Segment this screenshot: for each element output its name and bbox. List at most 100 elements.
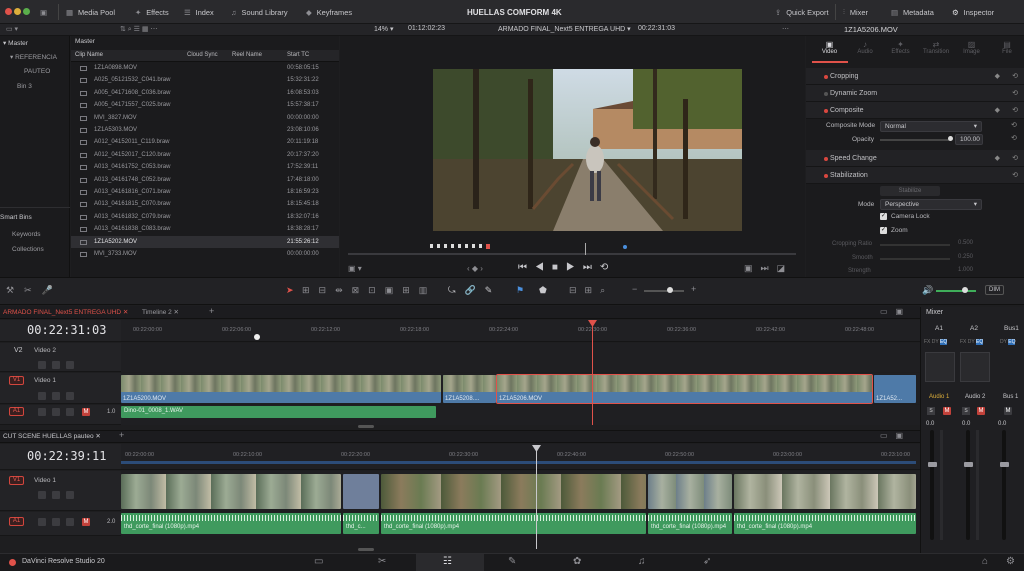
viewer-mode-icon[interactable]: ▣ ▾ bbox=[348, 264, 362, 273]
lock-icon[interactable] bbox=[38, 491, 46, 499]
media-page-icon[interactable]: ▭ bbox=[314, 556, 323, 567]
home-icon[interactable]: ⌂ bbox=[982, 556, 988, 567]
mute-button[interactable]: M bbox=[943, 407, 951, 415]
composite-section[interactable]: Composite ◆ ⟲ bbox=[806, 102, 1024, 119]
tab-audio[interactable]: ♪ Audio bbox=[849, 40, 882, 55]
opacity-slider-knob[interactable] bbox=[948, 136, 953, 141]
tab-armado-final[interactable]: ARMADO FINAL_Next5 ENTREGA UHD ✕ bbox=[3, 308, 128, 316]
track-visibility-icon[interactable] bbox=[66, 361, 74, 369]
fader-knob-a1[interactable] bbox=[928, 462, 937, 467]
track-v1-badge[interactable]: V1 bbox=[9, 476, 24, 485]
media-pool-row[interactable]: A013_04161748_C052.braw 17:48:18:00 bbox=[71, 174, 339, 187]
monitor-volume-slider[interactable] bbox=[936, 290, 976, 292]
sort-icon[interactable]: ⇅ ⌕ ☰ ▦ ⋯ bbox=[120, 25, 157, 34]
tab-timeline-2[interactable]: Timeline 2 ✕ bbox=[142, 308, 179, 316]
fairlight-page-icon[interactable]: ♫ bbox=[638, 556, 646, 567]
reset-icon[interactable]: ⟲ bbox=[1012, 167, 1018, 184]
index-button[interactable]: ☰ Index bbox=[184, 0, 214, 24]
settings-icon[interactable]: ⚙ bbox=[1006, 556, 1015, 567]
metadata-button[interactable]: ▤ Metadata bbox=[891, 0, 934, 24]
quick-export-button[interactable]: ⇪ Quick Export bbox=[775, 0, 829, 24]
timeline-selector[interactable]: ARMADO FINAL_Next5 ENTREGA UHD ▾ bbox=[498, 25, 631, 33]
track-a1-badge[interactable]: A1 bbox=[9, 407, 24, 416]
video-clip[interactable]: 1Z1A52... bbox=[874, 375, 916, 403]
timeline1-playhead[interactable] bbox=[592, 321, 593, 425]
media-pool-row[interactable]: A012_04152011_C119.braw 20:11:19:18 bbox=[71, 136, 339, 149]
lock-icon[interactable] bbox=[38, 408, 46, 416]
lock-icon[interactable] bbox=[38, 361, 46, 369]
auto-select-icon[interactable] bbox=[52, 361, 60, 369]
dynamic-zoom-section[interactable]: Dynamic Zoom ⟲ bbox=[806, 85, 1024, 102]
mute-button[interactable]: M bbox=[1004, 407, 1012, 415]
dy-eq-bus1[interactable]: DY EQ bbox=[1000, 339, 1016, 345]
reset-icon[interactable]: ⟲ bbox=[1012, 150, 1018, 167]
color-page-icon[interactable]: ✿ bbox=[573, 556, 581, 567]
fx-dyn-eq-a1[interactable]: FX DY EQ bbox=[924, 339, 948, 345]
track-v2-lane[interactable] bbox=[121, 343, 920, 372]
fader-bus1[interactable] bbox=[1002, 430, 1006, 540]
fusion-page-icon[interactable]: ✎ bbox=[508, 556, 516, 567]
viewer-options-icon[interactable]: ⋯ bbox=[782, 25, 789, 33]
viewer-scrubber[interactable] bbox=[348, 253, 796, 255]
cut-page-icon[interactable]: ✂ bbox=[378, 556, 386, 567]
timeline-marker[interactable] bbox=[254, 334, 260, 340]
bin-list-toggle-icon[interactable]: ▭ ▾ bbox=[6, 25, 18, 33]
timeline-zoom-knob[interactable] bbox=[667, 287, 673, 293]
opacity-slider[interactable] bbox=[880, 139, 950, 141]
stabilization-section[interactable]: Stabilization ⟲ bbox=[806, 167, 1024, 184]
video-clip[interactable]: 1Z1A5208.... bbox=[443, 375, 496, 403]
media-pool-row[interactable]: 1Z1A0898.MOV 00:58:05:15 bbox=[71, 62, 339, 75]
viewer-right-controls[interactable]: ▣⏭◪ bbox=[744, 263, 793, 274]
media-pool-row[interactable]: A005_04171557_C025.braw 15:57:38:17 bbox=[71, 99, 339, 112]
smooth-slider[interactable] bbox=[880, 258, 950, 260]
tab-effects[interactable]: ✦ Effects bbox=[884, 40, 917, 55]
zoom-window-button[interactable] bbox=[23, 8, 30, 15]
timeline-zoom-slider[interactable] bbox=[644, 290, 684, 292]
media-pool-row[interactable]: 1Z1A5202.MOV 21:55:26:12 bbox=[71, 235, 339, 249]
pan-a1[interactable] bbox=[925, 352, 955, 382]
solo-button[interactable]: S bbox=[927, 407, 935, 415]
media-pool-row[interactable]: A012_04152017_C120.braw 20:17:37:20 bbox=[71, 149, 339, 162]
marker-icon[interactable]: ⬟ bbox=[539, 285, 547, 296]
video-clip[interactable] bbox=[343, 474, 379, 509]
track-visibility-icon[interactable] bbox=[66, 392, 74, 400]
audio-clip[interactable]: thd_corte_final (1080p).mp4 bbox=[121, 513, 341, 534]
bin-master[interactable]: ▾ Master bbox=[3, 38, 73, 50]
viewer-playhead[interactable] bbox=[585, 243, 586, 255]
reset-icon[interactable]: ⟲ bbox=[1012, 68, 1018, 85]
video-clip-selected[interactable]: 1Z1A5206.MOV bbox=[496, 374, 873, 404]
cropping-section[interactable]: Cropping ◆ ⟲ bbox=[806, 68, 1024, 85]
fader-a1[interactable] bbox=[930, 430, 934, 540]
auto-select-icon[interactable] bbox=[52, 491, 60, 499]
add-timeline-tab-icon[interactable]: + bbox=[119, 430, 124, 440]
timeline1-scrollbar[interactable] bbox=[358, 425, 374, 428]
reset-icon[interactable]: ⟲ bbox=[1012, 85, 1018, 102]
media-pool-row[interactable]: A013_04161832_C079.braw 18:32:07:16 bbox=[71, 211, 339, 224]
fx-dyn-eq-a2[interactable]: FX DY EQ bbox=[960, 339, 984, 345]
zoom-in-icon[interactable]: + bbox=[691, 284, 696, 294]
tab-image[interactable]: ▨ Image bbox=[955, 40, 988, 55]
zoom-checkbox[interactable]: ✓ bbox=[880, 227, 887, 234]
minimize-window-button[interactable] bbox=[14, 8, 21, 15]
track-a1-badge[interactable]: A1 bbox=[9, 517, 24, 526]
fader-knob-bus1[interactable] bbox=[1000, 462, 1009, 467]
timeline2-playhead[interactable] bbox=[536, 445, 537, 549]
fader-a2[interactable] bbox=[966, 430, 970, 540]
lock-icon[interactable] bbox=[38, 518, 46, 526]
video-clip[interactable]: 1Z1A5200.MOV bbox=[121, 375, 441, 403]
inspector-button[interactable]: ⚙ Inspector bbox=[952, 0, 994, 24]
camera-lock-checkbox[interactable]: ✓ bbox=[880, 213, 887, 220]
column-cloud-sync[interactable]: Cloud Sync bbox=[187, 52, 218, 58]
zoom-tools-icons[interactable]: ⊟⊞⌕ bbox=[569, 285, 613, 296]
lock-icon[interactable] bbox=[38, 392, 46, 400]
panel-toggle-icon[interactable]: ▣ bbox=[40, 0, 47, 24]
cropping-ratio-value[interactable]: 0.500 bbox=[958, 240, 973, 246]
video-clip[interactable] bbox=[381, 474, 646, 509]
selection-tool-icon[interactable]: ➤ bbox=[286, 285, 294, 296]
edit-tools-icons[interactable]: ⊞⊟⇹⊠⊡▣⊞▥ bbox=[302, 285, 436, 296]
smooth-value[interactable]: 0.250 bbox=[958, 254, 973, 260]
media-pool-row[interactable]: 1Z1A5303.MOV 23:08:10:06 bbox=[71, 124, 339, 137]
media-pool-row[interactable]: A013_04161838_C083.braw 18:38:28:17 bbox=[71, 223, 339, 236]
mute-button[interactable]: M bbox=[82, 408, 90, 416]
media-pool-row[interactable]: MVI_3827.MOV 00:00:00:00 bbox=[71, 112, 339, 125]
